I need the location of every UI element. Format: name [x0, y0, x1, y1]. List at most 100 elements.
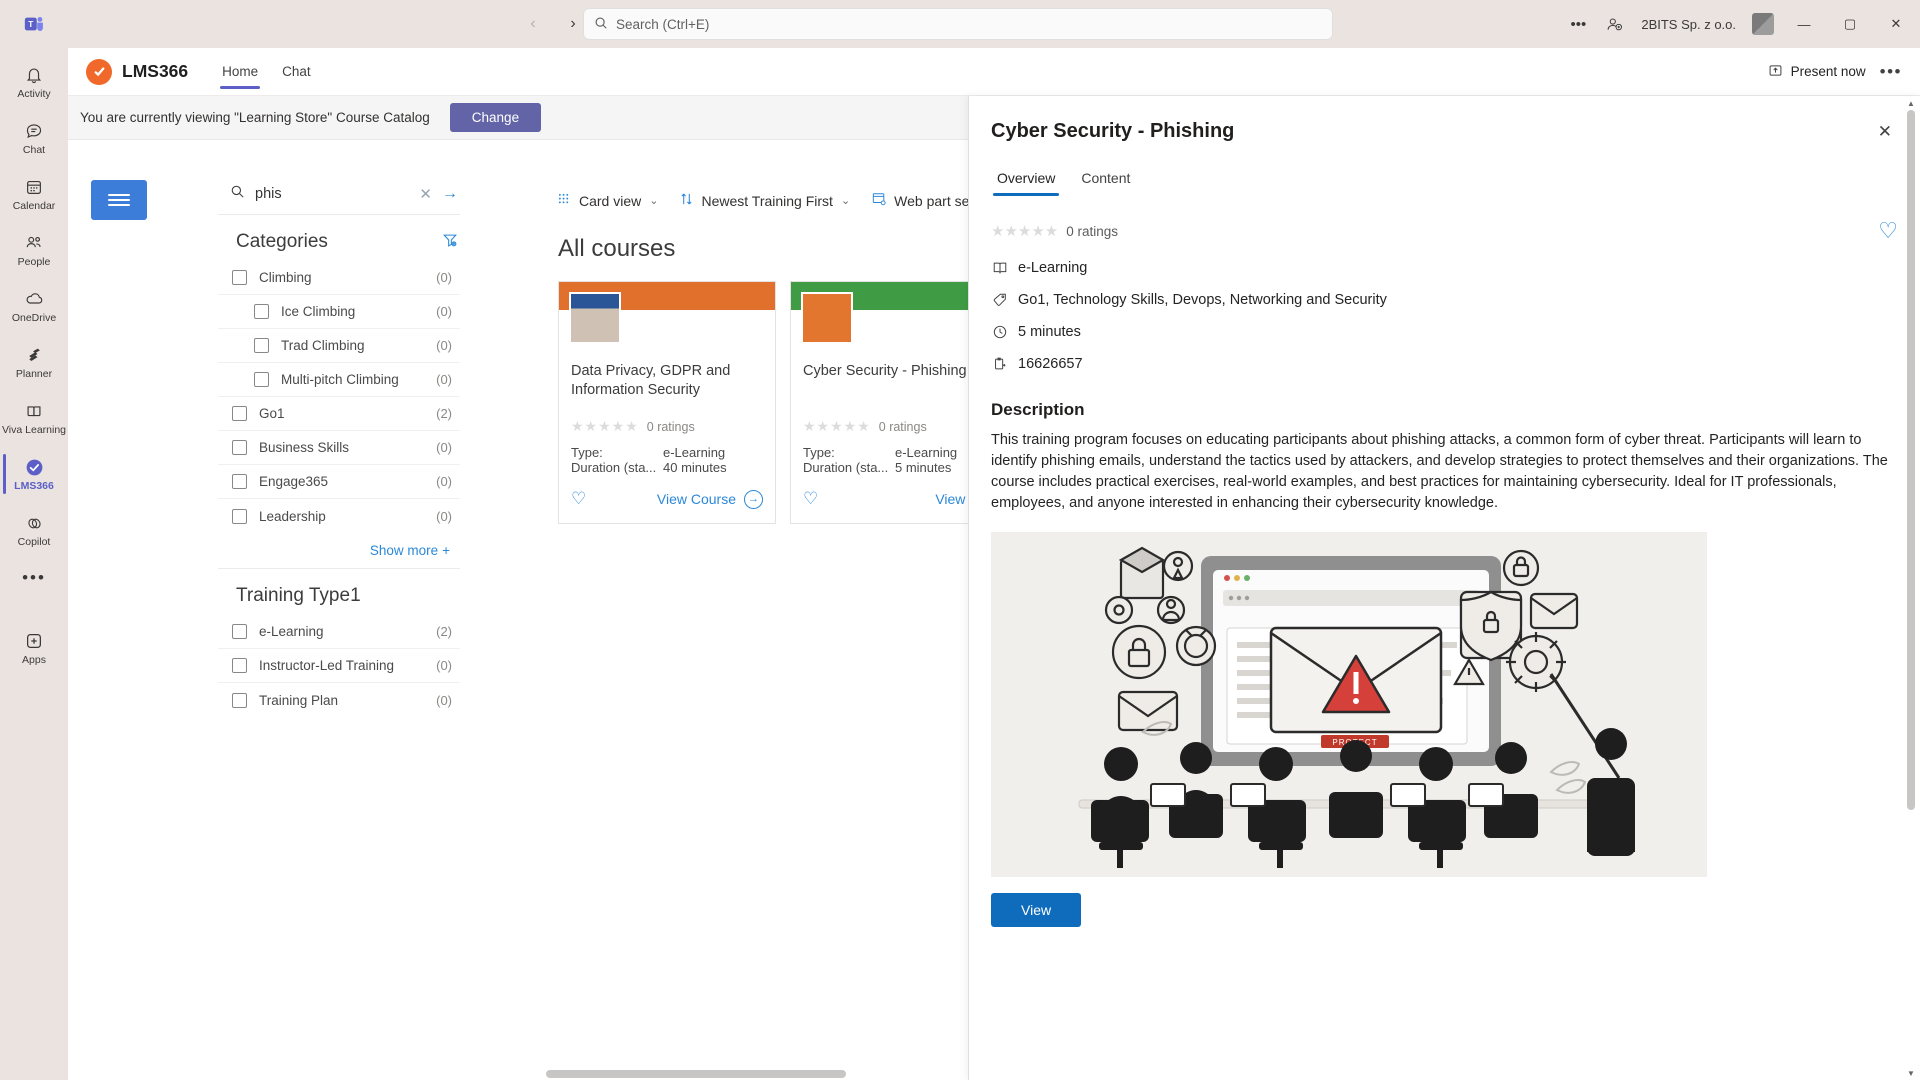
filter-settings-icon[interactable]: [442, 232, 458, 252]
course-card[interactable]: Data Privacy, GDPR and Information Secur…: [558, 281, 776, 524]
account-manager-icon[interactable]: [1597, 7, 1631, 41]
tab-overview[interactable]: Overview: [991, 166, 1061, 196]
course-duration-value: 5 minutes: [895, 460, 952, 475]
filter-label: Training Plan: [259, 692, 339, 708]
horizontal-scrollbar[interactable]: [546, 1068, 1036, 1080]
sort-icon: [680, 192, 693, 209]
clear-search-icon[interactable]: ✕: [419, 185, 432, 203]
checkbox[interactable]: [254, 338, 269, 353]
filter-label: Engage365: [259, 474, 329, 489]
search-input[interactable]: Search (Ctrl+E): [583, 8, 1333, 40]
panel-tags-text: Go1, Technology Skills, Devops, Networki…: [1018, 292, 1387, 308]
rail-more-apps-icon[interactable]: •••: [0, 558, 68, 598]
sidebar-item-copilot[interactable]: Copilot: [0, 502, 68, 558]
list-item[interactable]: Trad Climbing (0): [218, 329, 460, 363]
submit-search-icon[interactable]: →: [442, 185, 458, 203]
close-icon[interactable]: ✕: [1872, 120, 1898, 144]
tab-home[interactable]: Home: [212, 48, 268, 96]
web-part-icon: [872, 192, 886, 209]
list-item[interactable]: e-Learning (2): [218, 615, 460, 649]
filter-label: Trad Climbing: [281, 338, 365, 353]
categories-list: Climbing (0) Ice Climbing (0) Trad Climb…: [218, 261, 468, 533]
checkbox[interactable]: [232, 658, 247, 673]
arrow-right-icon: →: [744, 489, 763, 509]
scrollbar-thumb[interactable]: [1907, 110, 1915, 810]
checkbox[interactable]: [232, 624, 247, 639]
panel-scrollbar[interactable]: ▲ ▼: [1904, 96, 1918, 1080]
star-rating-icon: ★★★★★: [991, 223, 1059, 240]
tab-content[interactable]: Content: [1075, 166, 1136, 196]
course-duration-key: Duration (sta...: [571, 460, 657, 475]
titlebar-more-icon[interactable]: •••: [1561, 7, 1595, 41]
list-item[interactable]: Climbing (0): [218, 261, 460, 295]
scrollbar-track[interactable]: [1907, 110, 1915, 1066]
sidebar-item-label: People: [17, 256, 51, 268]
list-item[interactable]: Instructor-Led Training (0): [218, 649, 460, 683]
clock-icon: [991, 324, 1008, 340]
scrollbar-thumb[interactable]: [546, 1070, 846, 1078]
sidebar-item-calendar[interactable]: Calendar: [0, 166, 68, 222]
list-item[interactable]: Business Skills (0): [218, 431, 460, 465]
course-card-image: [559, 292, 775, 362]
sidebar-item-activity[interactable]: Activity: [0, 54, 68, 110]
show-more-categories-button[interactable]: Show more +: [218, 533, 460, 569]
bell-icon: [23, 64, 45, 86]
course-type-key: Type:: [803, 445, 835, 460]
sidebar-item-lms366[interactable]: LMS366: [0, 446, 68, 502]
avatar[interactable]: [1746, 7, 1780, 41]
filter-label: Business Skills: [259, 440, 350, 455]
present-now-button[interactable]: Present now: [1768, 63, 1866, 81]
list-item[interactable]: Training Plan (0): [218, 683, 460, 717]
list-item[interactable]: Engage365 (0): [218, 465, 460, 499]
filter-label: Climbing: [259, 270, 312, 285]
sidebar-item-label: Apps: [22, 654, 46, 666]
panel-header: Cyber Security - Phishing ✕: [991, 96, 1898, 144]
sidebar-item-viva-learning[interactable]: Viva Learning: [0, 390, 68, 446]
list-item[interactable]: Leadership (0): [218, 499, 460, 533]
close-button[interactable]: ✕: [1874, 0, 1918, 48]
sidebar-item-label: Calendar: [12, 200, 56, 212]
sidebar-item-label: Activity: [17, 88, 51, 100]
list-item[interactable]: Multi-pitch Climbing (0): [218, 363, 460, 397]
panel-tabs: Overview Content: [991, 166, 1898, 196]
maximize-button[interactable]: ▢: [1828, 0, 1872, 48]
minimize-button[interactable]: —: [1782, 0, 1826, 48]
filter-label: Instructor-Led Training: [259, 658, 395, 673]
scroll-up-icon[interactable]: ▲: [1904, 96, 1918, 110]
app-header-more-icon[interactable]: •••: [1880, 62, 1902, 82]
filter-label: e-Learning: [259, 624, 324, 639]
back-button[interactable]: ‹: [518, 9, 548, 39]
svg-text:T: T: [28, 20, 33, 29]
checkbox[interactable]: [232, 270, 247, 285]
view-button[interactable]: View: [991, 893, 1082, 927]
checkbox[interactable]: [232, 692, 247, 708]
change-catalog-button[interactable]: Change: [449, 103, 542, 132]
catalog-search[interactable]: phis ✕ →: [218, 178, 460, 215]
sidebar-item-planner[interactable]: Planner: [0, 334, 68, 390]
heart-icon[interactable]: ♡: [1878, 218, 1898, 244]
checkbox[interactable]: [254, 304, 269, 319]
sort-dropdown[interactable]: Newest Training First ⌄: [680, 192, 850, 209]
favorite-heart-icon[interactable]: ♡: [571, 489, 586, 509]
teams-window: T ‹ › Search (Ctrl+E) ••• 2BITS Sp. z o.…: [0, 0, 1920, 1080]
sidebar-item-onedrive[interactable]: OneDrive: [0, 278, 68, 334]
view-course-button[interactable]: View Course →: [657, 489, 763, 509]
menu-toggle-button[interactable]: [91, 180, 147, 220]
sidebar-item-people[interactable]: People: [0, 222, 68, 278]
checkbox[interactable]: [232, 474, 247, 489]
list-item[interactable]: Ice Climbing (0): [218, 295, 460, 329]
checkbox[interactable]: [254, 372, 269, 387]
checkbox[interactable]: [232, 440, 247, 455]
checkbox[interactable]: [232, 406, 247, 421]
calendar-icon: [23, 176, 45, 198]
sidebar-item-apps[interactable]: Apps: [0, 620, 68, 676]
card-view-dropdown[interactable]: Card view ⌄: [558, 193, 658, 209]
tab-chat[interactable]: Chat: [272, 48, 321, 96]
scroll-down-icon[interactable]: ▼: [1904, 1066, 1918, 1080]
tenant-name[interactable]: 2BITS Sp. z o.o.: [1633, 17, 1744, 32]
checkbox[interactable]: [232, 508, 247, 524]
favorite-heart-icon[interactable]: ♡: [803, 489, 818, 509]
list-item[interactable]: Go1 (2): [218, 397, 460, 431]
sidebar-item-chat[interactable]: Chat: [0, 110, 68, 166]
filter-count: (0): [436, 304, 452, 319]
